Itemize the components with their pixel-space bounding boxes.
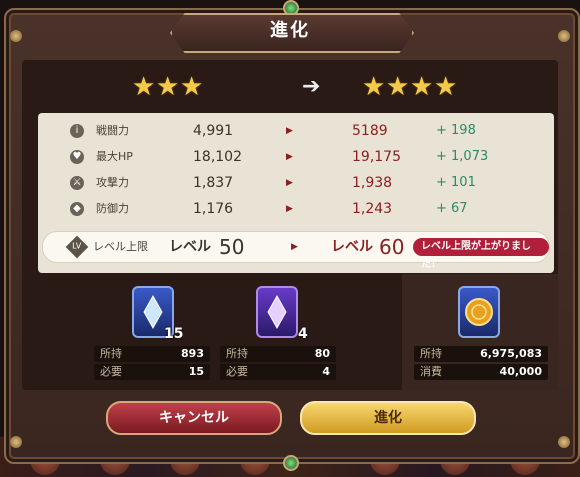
stat-new-value: 19,175 bbox=[352, 149, 401, 165]
level-current-value: 50 bbox=[219, 235, 245, 259]
star-icon: ★ bbox=[156, 72, 180, 102]
stat-diff-value: + 101 bbox=[436, 175, 476, 190]
material-count: 4 bbox=[298, 326, 308, 342]
dialog-title: 進化 bbox=[270, 20, 310, 41]
stat-diff-value: + 1,073 bbox=[436, 149, 489, 164]
corner-ornament bbox=[10, 30, 22, 42]
star-icon: ★ bbox=[362, 72, 386, 102]
stats-panel: i 戦闘力 4,991 ▶ 5189 + 198 ♥ 最大HP 18,102 ▶… bbox=[38, 113, 554, 273]
owned-value: 6,975,083 bbox=[480, 347, 542, 360]
materials-area: 15 所持 893 必要 15 4 所持 80 必要 4 所持 6,975,08… bbox=[22, 274, 558, 390]
owned-label: 所持 bbox=[226, 347, 248, 360]
sword-icon: ⚔ bbox=[70, 176, 84, 190]
info-icon: i bbox=[70, 124, 84, 138]
shield-icon: ◆ bbox=[70, 202, 84, 216]
level-icon: LV bbox=[65, 235, 89, 259]
owned-label: 所持 bbox=[100, 347, 122, 360]
stat-new-value: 1,243 bbox=[352, 201, 393, 217]
cost-value: 40,000 bbox=[499, 365, 542, 378]
material-count: 15 bbox=[164, 326, 184, 342]
stat-current-value: 1,837 bbox=[193, 175, 234, 191]
corner-ornament bbox=[558, 436, 570, 448]
gold-coin-icon bbox=[458, 286, 500, 338]
material-owned-row: 所持 893 bbox=[94, 346, 210, 362]
stat-new-value: 1,938 bbox=[352, 175, 393, 191]
need-label: 必要 bbox=[100, 365, 122, 378]
stat-current-value: 18,102 bbox=[193, 149, 242, 165]
currency-owned-row: 所持 6,975,083 bbox=[414, 346, 548, 362]
emerald-ornament-icon bbox=[283, 455, 299, 471]
arrow-right-icon: ▶ bbox=[291, 242, 298, 252]
arrow-right-icon: ▶ bbox=[286, 204, 293, 214]
stat-current-value: 4,991 bbox=[193, 123, 234, 139]
corner-ornament bbox=[558, 30, 570, 42]
stat-row-defense: ◆ 防御力 1,176 ▶ 1,243 + 67 bbox=[38, 196, 554, 222]
need-label: 必要 bbox=[226, 365, 248, 378]
stat-row-hp: ♥ 最大HP 18,102 ▶ 19,175 + 1,073 bbox=[38, 144, 554, 170]
level-cap-raised-badge: レベル上限が上がりました！ bbox=[413, 238, 549, 270]
star-icon: ★ bbox=[434, 72, 458, 102]
stat-new-value: 5189 bbox=[352, 123, 388, 139]
stat-label: 防御力 bbox=[96, 202, 129, 215]
star-icon: ★ bbox=[180, 72, 204, 102]
stat-row-power: i 戦闘力 4,991 ▶ 5189 + 198 bbox=[38, 118, 554, 144]
owned-value: 893 bbox=[181, 347, 204, 360]
stat-row-attack: ⚔ 攻撃力 1,837 ▶ 1,938 + 101 bbox=[38, 170, 554, 196]
stat-current-value: 1,176 bbox=[193, 201, 234, 217]
level-cap-label: レベル上限 bbox=[93, 240, 148, 253]
arrow-right-icon: ▶ bbox=[286, 126, 293, 136]
currency-cost-row: 消費 40,000 bbox=[414, 364, 548, 380]
corner-ornament bbox=[10, 436, 22, 448]
material-need-row: 必要 15 bbox=[94, 364, 210, 380]
material-need-row: 必要 4 bbox=[220, 364, 336, 380]
arrow-right-icon: ➔ bbox=[302, 74, 321, 99]
material-owned-row: 所持 80 bbox=[220, 346, 336, 362]
need-value: 4 bbox=[322, 365, 330, 378]
stat-diff-value: + 67 bbox=[436, 201, 468, 216]
level-word: レベル bbox=[331, 239, 373, 255]
level-cap-row: LV レベル上限 レベル 50 ▶ レベル 60 レベル上限が上がりました！ bbox=[42, 231, 550, 270]
level-new-value: 60 bbox=[379, 235, 405, 259]
level-word: レベル bbox=[169, 239, 211, 255]
star-rank-row: ★ ★ ★ ➔ ★ ★ ★ ★ bbox=[22, 62, 558, 112]
stat-diff-value: + 198 bbox=[436, 123, 476, 138]
owned-value: 80 bbox=[314, 347, 330, 360]
star-icon: ★ bbox=[410, 72, 434, 102]
star-icon: ★ bbox=[132, 72, 156, 102]
stat-label: 攻撃力 bbox=[96, 176, 129, 189]
star-icon: ★ bbox=[386, 72, 410, 102]
stat-label: 最大HP bbox=[96, 150, 133, 163]
cost-label: 消費 bbox=[420, 365, 442, 378]
cancel-button[interactable]: キャンセル bbox=[106, 401, 282, 435]
stat-label: 戦闘力 bbox=[96, 124, 129, 137]
purple-crystal-icon[interactable] bbox=[256, 286, 298, 338]
owned-label: 所持 bbox=[420, 347, 442, 360]
arrow-right-icon: ▶ bbox=[286, 152, 293, 162]
heart-icon: ♥ bbox=[70, 150, 84, 164]
need-value: 15 bbox=[188, 365, 204, 378]
evolve-button[interactable]: 進化 bbox=[300, 401, 476, 435]
arrow-right-icon: ▶ bbox=[286, 178, 293, 188]
